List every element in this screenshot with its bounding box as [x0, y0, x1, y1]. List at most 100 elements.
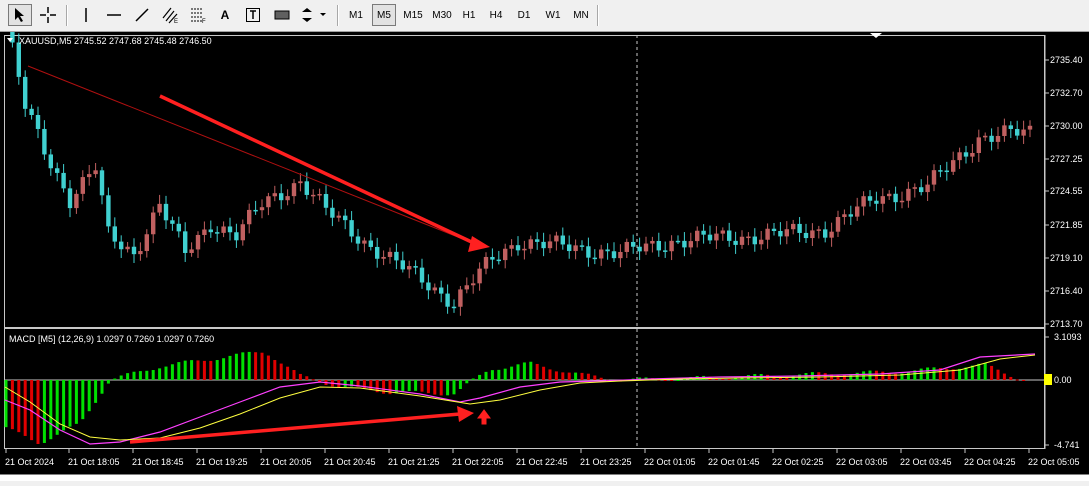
candle	[816, 225, 821, 239]
candle-body	[323, 194, 329, 208]
candle	[413, 260, 418, 275]
macd-pane-border	[4, 328, 1045, 449]
candle-body	[29, 108, 34, 116]
cursor-tool-button[interactable]	[8, 4, 32, 26]
candle	[701, 224, 706, 244]
histogram-bar	[433, 380, 437, 395]
fibonacci-tool-button[interactable]: F	[186, 4, 210, 26]
candle-body	[931, 170, 937, 185]
candle	[951, 151, 956, 175]
histogram-bar	[298, 373, 302, 380]
timeframe-h1-button[interactable]: H1	[457, 4, 481, 26]
candle	[874, 191, 879, 212]
candle-body	[867, 196, 873, 201]
histogram-bar	[311, 379, 315, 381]
candle	[138, 242, 143, 261]
candle-body	[547, 241, 553, 249]
equidistant-channel-tool-button[interactable]: E	[158, 4, 182, 26]
text-label-tool-button[interactable]	[242, 4, 264, 26]
histogram-bar	[670, 380, 674, 381]
histogram-bar	[721, 378, 725, 380]
timeframe-w1-button[interactable]: W1	[540, 4, 566, 26]
candle-body	[1002, 125, 1007, 136]
candle-body	[176, 223, 181, 232]
candle-body	[234, 232, 239, 241]
histogram-bar	[535, 363, 539, 380]
candle-body	[778, 231, 783, 237]
candle	[1021, 120, 1026, 144]
candle	[221, 221, 226, 238]
timeframe-m5-button[interactable]: M5	[372, 4, 396, 26]
histogram-bar	[292, 370, 296, 380]
histogram-bar	[234, 353, 238, 380]
divergence-arrow-macd	[129, 412, 461, 444]
candle-body	[311, 194, 316, 197]
svg-text:F: F	[202, 19, 206, 24]
candle-body	[67, 188, 73, 209]
candle	[944, 161, 949, 181]
cursor-icon	[15, 8, 24, 22]
candle	[394, 243, 399, 270]
horizontal-line-icon	[107, 14, 121, 16]
candle-body	[298, 181, 303, 184]
candle-body	[522, 248, 527, 251]
candle	[67, 180, 73, 218]
candle	[163, 195, 169, 230]
candle	[23, 70, 28, 117]
histogram-bar	[158, 368, 162, 380]
candle	[343, 209, 348, 230]
candle-body	[400, 260, 405, 270]
horizontal-line-tool-button[interactable]	[102, 4, 126, 26]
candle-body	[816, 229, 821, 231]
histogram-bar	[183, 360, 187, 380]
candle-body	[464, 285, 469, 290]
trendline-tool-button[interactable]	[130, 4, 154, 26]
timeframe-h4-button[interactable]: H4	[484, 4, 508, 26]
timeframe-m15-button[interactable]: M15	[399, 4, 427, 26]
candle-body	[16, 42, 21, 77]
timeframe-label: W1	[545, 9, 561, 21]
chart-window[interactable]: XAUUSD,M5 2745.52 2747.68 2745.48 2746.5…	[0, 14, 1089, 481]
candle-body	[759, 239, 764, 245]
candle-body	[829, 231, 834, 238]
histogram-bar	[215, 360, 219, 380]
candle-body	[35, 115, 41, 129]
histogram-bar	[1015, 379, 1019, 381]
candle	[759, 230, 764, 250]
chart-canvas[interactable]: XAUUSD,M5 2745.52 2747.68 2745.48 2746.5…	[0, 14, 1089, 481]
candle	[765, 223, 770, 249]
candle-body	[707, 234, 713, 241]
histogram-bar	[273, 360, 277, 380]
time-label: 22 Oct 02:25	[772, 457, 824, 467]
candle-body	[739, 236, 745, 245]
candle	[375, 237, 380, 268]
shapes-tool-button[interactable]	[270, 4, 294, 26]
timeframe-m1-button[interactable]: M1	[343, 4, 369, 26]
histogram-bar	[574, 372, 578, 380]
candle-body	[976, 137, 981, 153]
histogram-bar	[593, 375, 597, 380]
candle-body	[451, 306, 457, 309]
histogram-bar	[983, 362, 987, 380]
vertical-line-tool-button[interactable]	[74, 4, 98, 26]
candle-body	[803, 232, 809, 239]
candle	[509, 239, 514, 257]
timeframe-d1-button[interactable]: D1	[512, 4, 536, 26]
candle	[483, 252, 489, 275]
price-label: 2735.40	[1050, 55, 1083, 65]
text-tool-button[interactable]: A	[214, 4, 236, 26]
candle-body	[637, 246, 642, 252]
candle-body	[733, 240, 738, 245]
timeframe-m30-button[interactable]: M30	[428, 4, 456, 26]
candle-body	[355, 236, 361, 244]
candle-body	[874, 200, 879, 204]
candle-body	[285, 196, 290, 201]
crosshair-tool-button[interactable]	[36, 4, 60, 26]
histogram-bar	[81, 380, 85, 420]
candle-body	[259, 207, 265, 211]
candle	[515, 236, 521, 256]
arrows-tool-button[interactable]	[298, 4, 332, 26]
candle-body	[496, 259, 501, 262]
candle-body	[579, 245, 585, 247]
timeframe-mn-button[interactable]: MN	[568, 4, 594, 26]
